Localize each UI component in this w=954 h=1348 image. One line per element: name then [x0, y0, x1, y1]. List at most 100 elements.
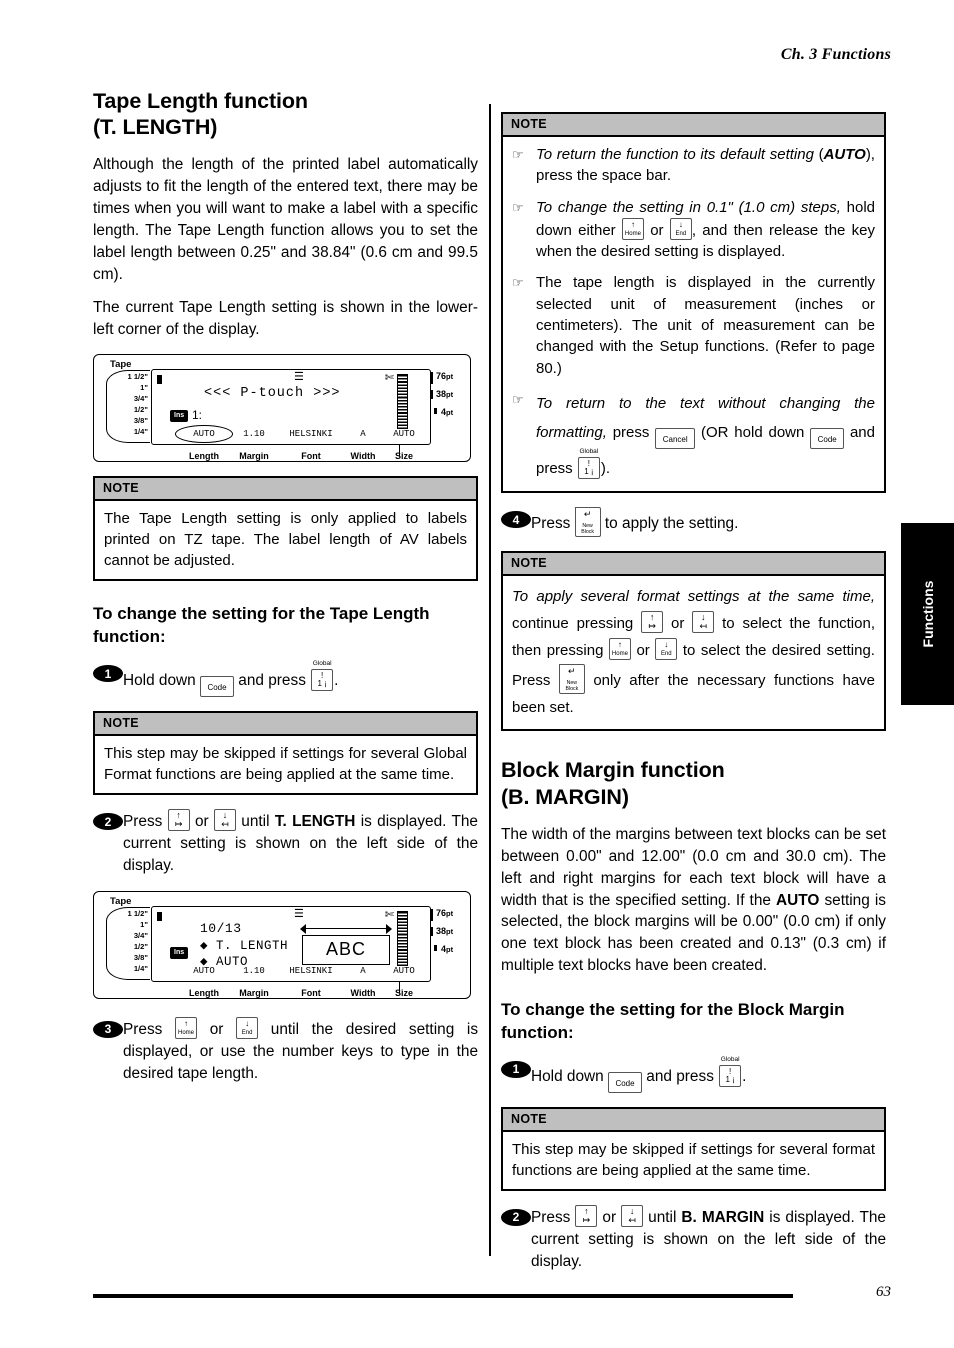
new-block-key-icon[interactable]: ↵ New Block	[558, 664, 585, 695]
note-header: NOTE	[503, 114, 884, 137]
figure2-pt-4: 4pt	[430, 944, 464, 954]
end-key-icon[interactable]: ↓ End	[236, 1016, 259, 1039]
figure1-scale-5: 3/8"	[133, 416, 148, 426]
step4-pre: Press	[531, 515, 571, 533]
step-number: 1	[93, 665, 123, 683]
left-selector-key-icon[interactable]: ↑ ↦	[575, 1204, 598, 1227]
figure1-point-sizes: 76pt 38pt 4pt	[430, 371, 464, 425]
step2-bold-function: T. LENGTH	[274, 813, 356, 831]
figure1-tape-label: Tape	[110, 359, 132, 371]
figure2-status-labels: Length Margin Font Width Size	[178, 988, 416, 998]
right-selector-key-icon[interactable]: ↓ ↤	[213, 809, 236, 832]
figure1-scale-6: 1/4"	[133, 427, 148, 437]
r-step2-or: or	[602, 1208, 617, 1226]
figure1-status-font: HELSINKI	[289, 429, 333, 440]
end-key-icon[interactable]: ↓ End	[669, 217, 692, 240]
step3-pre: Press	[123, 1020, 163, 1038]
note-body: This step may be skipped if settings for…	[95, 736, 476, 793]
align-icon: ☰	[294, 907, 304, 920]
right-selector-key-icon[interactable]: ↓ ↤	[621, 1204, 644, 1227]
step-number: 3	[93, 1020, 123, 1038]
figure2-lr-cursor-icon: ◆	[200, 938, 209, 953]
figure2-status-font: HELSINKI	[289, 965, 333, 976]
step-2-block-margin: 2 Press ↑ ↦ or ↓ ↤ until B. MARGIN is di…	[501, 1204, 886, 1273]
note-bullet-return-to-text: ☞ To return to the text without changing…	[512, 389, 875, 484]
cancel-key-icon[interactable]: Cancel	[655, 428, 696, 450]
side-tab-label: Functions	[919, 580, 936, 648]
figure1-scale-1: 1 1/2"	[127, 372, 149, 382]
code-key-icon[interactable]: Code	[200, 676, 235, 698]
figure1-label-font: Font	[301, 451, 321, 462]
pointing-hand-icon: ☞	[512, 199, 524, 215]
note2-l2or: or	[671, 615, 685, 633]
figure-lcd-display-2: Tape 1 1/2" 1" 3/4" 1/2" 3/8" 1/4" ☰ ✄ I…	[93, 890, 471, 999]
figure1-tape-scale: 1 1/2" 1" 3/4" 1/2" 3/8" 1/4"	[106, 370, 150, 444]
note2-l2b: to select the function,	[722, 615, 875, 633]
note-body: The Tape Length setting is only applied …	[95, 501, 476, 579]
section-title-tape-length: Tape Length function (T. LENGTH)	[93, 88, 478, 140]
right-selector-key-icon[interactable]: ↓ ↤	[692, 611, 715, 634]
figure1-size-leader	[398, 444, 400, 457]
figure2-label-length: Length	[189, 987, 219, 998]
global-key-icon[interactable]: Global ! 1 ¡	[577, 448, 601, 480]
figure1-label-width: Width	[350, 451, 376, 462]
note-tape-length-tz: NOTE The Tape Length setting is only app…	[93, 476, 478, 582]
note-header: NOTE	[503, 553, 884, 577]
bullet4-rest: press	[612, 424, 650, 442]
figure2-size-leader	[398, 980, 400, 993]
figure1-scale-2: 1"	[140, 383, 148, 393]
figure2-tape-label: Tape	[110, 895, 132, 907]
global-key-icon[interactable]: Global ! 1 ¡	[310, 660, 334, 692]
step-number: 2	[501, 1208, 531, 1226]
step3-or: or	[209, 1020, 224, 1038]
note2-l4a: Press	[512, 672, 551, 690]
note-text: This step may be skipped if settings for…	[512, 1140, 875, 1179]
code-key-icon[interactable]: Code	[608, 1071, 643, 1093]
bullet2-italic: To change the setting in 0.1" (1.0 cm) s…	[536, 198, 841, 216]
note2-italic-lead: To apply several format settings at the …	[512, 588, 875, 606]
figure1-lcd-screen: ☰ ✄ Ins 1: <<< P-touch >>> AUTO 1.10 HEL…	[151, 369, 431, 461]
subheading-change-tape-length: To change the setting for the Tape Lengt…	[93, 604, 430, 647]
step-text: Hold down Code and press Global ! 1 ¡ .	[123, 660, 478, 698]
global-key-icon[interactable]: Global ! 1 ¡	[718, 1056, 742, 1087]
step4-post: to apply the setting.	[604, 515, 739, 533]
note-bullet-step-increment: ☞ To change the setting in 0.1" (1.0 cm)…	[512, 197, 875, 263]
figure1-label-size: Size	[394, 451, 413, 462]
step1-post: .	[334, 672, 339, 690]
step2-mid: until	[241, 813, 270, 831]
figure2-function-name: T. LENGTH	[216, 938, 289, 953]
figure1-pt-4: 4pt	[430, 407, 464, 417]
page-header-chapter: Ch. 3 Functions	[780, 46, 891, 63]
bullet1-rest: press the space bar.	[536, 167, 672, 185]
home-key-icon[interactable]: ↑ Home	[621, 217, 644, 240]
bullet-text: The tape length is displayed in the curr…	[536, 274, 875, 377]
new-block-key-icon[interactable]: ↵ New Block	[574, 507, 601, 538]
bullet1-bold: AUTO	[823, 146, 866, 163]
figure2-width-arrow-icon	[300, 923, 392, 934]
figure2-cursor-block	[157, 911, 162, 921]
figure2-pt-76: 76pt	[430, 908, 464, 921]
end-key-icon[interactable]: ↓ End	[655, 638, 678, 661]
figure2-scale-4: 1/2"	[133, 941, 148, 951]
figure1-label-margin: Margin	[239, 451, 269, 462]
left-selector-key-icon[interactable]: ↑ ↦	[641, 611, 664, 634]
figure1-status-size: AUTO	[393, 429, 415, 440]
figure2-pt-38: 38pt	[430, 926, 464, 936]
step-1-block-margin: 1 Hold down Code and press Global ! 1 ¡ …	[501, 1056, 886, 1093]
step2-pre: Press	[123, 813, 163, 831]
code-key-icon[interactable]: Code	[810, 428, 845, 450]
step-text: Press ↑ Home or ↓ End until the desired …	[123, 1016, 478, 1085]
bullet1-italic: To return the function to its default se…	[536, 146, 814, 163]
figure1-size-bar	[397, 374, 408, 430]
figure1-pt-38: 38pt	[430, 389, 464, 400]
left-selector-key-icon[interactable]: ↑ ↦	[167, 809, 190, 832]
step-number: 4	[501, 511, 531, 529]
figure2-size-bar	[397, 910, 408, 966]
subheading-change-block-margin: To change the setting for the Block Marg…	[501, 1000, 845, 1042]
step1-mid: and press	[238, 672, 306, 690]
figure2-preview-box: ABC	[302, 934, 390, 965]
home-key-icon[interactable]: ↑ Home	[608, 638, 631, 661]
step-2-tape-length: 2 Press ↑ ↦ or ↓ ↤ until T. LENGTH is di…	[93, 809, 478, 877]
bullet4-rest2: (OR hold down	[701, 424, 805, 442]
home-key-icon[interactable]: ↑ Home	[175, 1016, 198, 1039]
